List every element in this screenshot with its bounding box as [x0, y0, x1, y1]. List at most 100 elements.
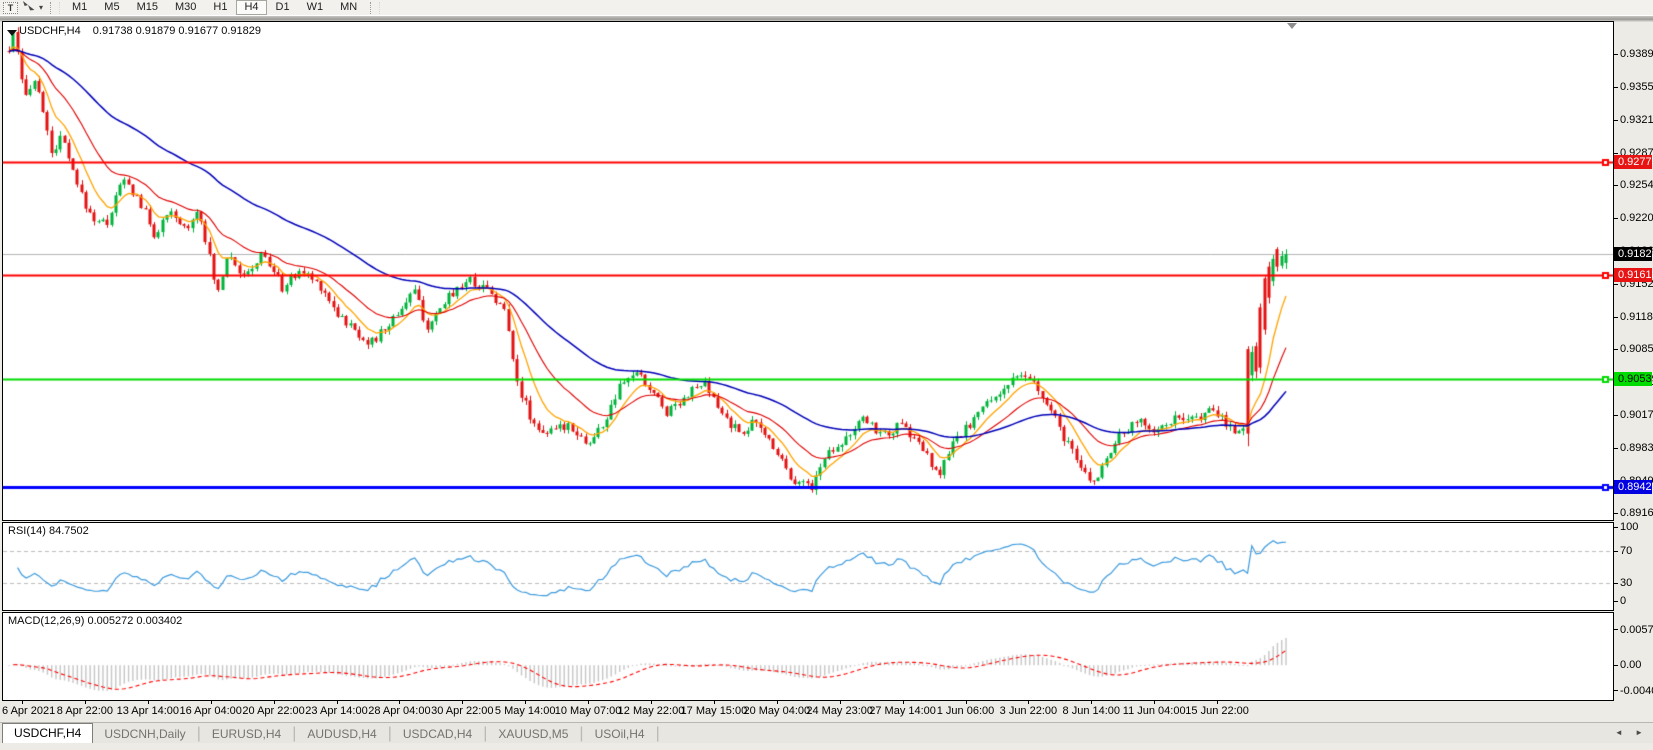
- axis-tick-mark: [1614, 153, 1618, 154]
- symbol-period-label: USDCHF,H4: [19, 25, 81, 37]
- chart-tab-usdcad-h4[interactable]: USDCAD,H4: [392, 726, 483, 743]
- timeframe-button-m1[interactable]: M1: [64, 0, 95, 15]
- macd-canvas[interactable]: [3, 613, 1613, 700]
- time-tick-label: 1 Jun 06:00: [937, 705, 995, 717]
- price-badge[interactable]: 0.90539: [1614, 372, 1652, 386]
- time-axis: 6 Apr 20218 Apr 22:0013 Apr 14:0016 Apr …: [2, 701, 1614, 720]
- axis-tick-text: 0.93210: [1620, 114, 1653, 126]
- time-tick-label: 10 May 07:00: [555, 705, 622, 717]
- time-tick-label: 27 May 14:00: [869, 705, 936, 717]
- chart-tab-eurusd-h4[interactable]: EURUSD,H4: [201, 726, 292, 743]
- axis-tick-mark: [1614, 601, 1618, 602]
- axis-tick-text: 0.93550: [1620, 81, 1653, 93]
- timeframe-button-w1[interactable]: W1: [299, 0, 332, 15]
- time-tick-label: 12 May 22:00: [618, 705, 685, 717]
- timeframe-button-d1[interactable]: D1: [268, 0, 298, 15]
- axis-tick-text: 0.005718: [1620, 624, 1653, 636]
- axis-tick-label: 0: [1614, 595, 1626, 608]
- time-tick-label: 8 Jun 14:00: [1063, 705, 1121, 717]
- axis-tick-label: 0.89160: [1614, 507, 1653, 520]
- rsi-canvas[interactable]: [3, 523, 1613, 610]
- rsi-label: RSI(14) 84.7502: [8, 525, 89, 537]
- axis-tick-text: 0.89160: [1620, 507, 1653, 519]
- time-tick-mark: [1091, 701, 1092, 704]
- macd-label: MACD(12,26,9) 0.005272 0.003402: [8, 615, 182, 627]
- time-tick-label: 16 Apr 04:00: [179, 705, 241, 717]
- axis-tick-text: 0: [1620, 595, 1626, 607]
- tab-scroll-arrows: ◄ ►: [1605, 728, 1643, 737]
- axis-tick-text: 100: [1620, 521, 1638, 533]
- tab-scroll-left-icon[interactable]: ◄: [1615, 728, 1623, 737]
- time-tick-label: 20 Apr 22:00: [242, 705, 304, 717]
- chevron-down-icon: ▾: [39, 3, 43, 12]
- axis-tick-text: 0.89830: [1620, 442, 1653, 454]
- text-tool-button[interactable]: T: [3, 1, 18, 14]
- symbol-dropdown-icon[interactable]: [7, 30, 17, 36]
- axis-tick-mark: [1614, 317, 1618, 318]
- axis-tick-mark: [1614, 415, 1618, 416]
- price-badge[interactable]: 0.91618: [1614, 268, 1652, 282]
- axis-tick-label: 0.92540: [1614, 179, 1653, 192]
- timeframe-button-m5[interactable]: M5: [96, 0, 127, 15]
- time-tick-label: 15 Jun 22:00: [1185, 705, 1249, 717]
- axis-tick-mark: [1614, 629, 1618, 630]
- axis-tick-label: 0.93550: [1614, 81, 1653, 94]
- axis-tick-mark: [1614, 551, 1618, 552]
- axis-tick-text: 0.91180: [1620, 311, 1653, 323]
- tab-scroll-right-icon[interactable]: ►: [1635, 728, 1643, 737]
- axis-tick-label: 0.92200: [1614, 212, 1653, 225]
- chart-tab-audusd-h4[interactable]: AUDUSD,H4: [296, 726, 387, 743]
- time-tick-label: 6 Apr 2021: [2, 705, 55, 717]
- time-tick-mark: [274, 701, 275, 704]
- macd-panel: MACD(12,26,9) 0.005272 0.003402: [2, 612, 1614, 701]
- axis-tick-text: 0.90170: [1620, 409, 1653, 421]
- price-badge[interactable]: 0.89427: [1614, 480, 1652, 494]
- time-tick-mark: [1028, 701, 1029, 704]
- axis-tick-text: 0.00: [1620, 659, 1641, 671]
- price-axis: 0.938900.935500.932100.928700.925400.922…: [1614, 0, 1653, 750]
- time-tick-mark: [1217, 701, 1218, 704]
- timeframe-button-mn[interactable]: MN: [332, 0, 365, 15]
- time-tick-label: 23 Apr 14:00: [305, 705, 367, 717]
- drawing-arrows-button[interactable]: ▾: [21, 1, 43, 14]
- chart-tab-usoil-h4[interactable]: USOil,H4: [584, 726, 656, 743]
- time-tick-label: 28 Apr 04:00: [368, 705, 430, 717]
- time-tick-mark: [714, 701, 715, 704]
- text-tool-icon: T: [3, 2, 18, 14]
- axis-tick-mark: [1614, 527, 1618, 528]
- chart-tab-usdcnh-daily[interactable]: USDCNH,Daily: [93, 726, 196, 743]
- axis-tick-mark: [1614, 185, 1618, 186]
- main-chart-canvas[interactable]: [3, 22, 1613, 520]
- axis-tick-mark: [1614, 583, 1618, 584]
- axis-tick-label: 0.93210: [1614, 114, 1653, 127]
- chart-tab-usdchf-h4[interactable]: USDCHF,H4: [2, 723, 93, 743]
- chart-tab-bar: USDCHF,H4USDCNH,Daily|EURUSD,H4|AUDUSD,H…: [0, 722, 1653, 743]
- rsi-panel: RSI(14) 84.7502: [2, 522, 1614, 611]
- axis-tick-label: 0.90850: [1614, 343, 1653, 356]
- axis-tick-mark: [1614, 218, 1618, 219]
- time-tick-mark: [1154, 701, 1155, 704]
- ohlc-values: 0.91738 0.91879 0.91677 0.91829: [93, 25, 261, 37]
- time-tick-label: 3 Jun 22:00: [1000, 705, 1058, 717]
- chart-shift-marker-icon[interactable]: [1287, 23, 1297, 29]
- axis-tick-label: 0.89830: [1614, 442, 1653, 455]
- timeframe-button-m30[interactable]: M30: [167, 0, 204, 15]
- time-tick-mark: [462, 701, 463, 704]
- time-tick-mark: [148, 701, 149, 704]
- axis-tick-mark: [1614, 690, 1618, 691]
- axis-tick-label: 0.00: [1614, 659, 1641, 672]
- axis-tick-label: 0.90170: [1614, 409, 1653, 422]
- mt4-terminal-window: T ▾ M1M5M15M30H1H4D1W1MN USDCHF,H4 0.917…: [0, 0, 1653, 750]
- chart-tab-xauusd-m5[interactable]: XAUUSD,M5: [487, 726, 579, 743]
- time-tick-mark: [22, 701, 23, 704]
- time-tick-mark: [85, 701, 86, 704]
- timeframe-button-h4[interactable]: H4: [236, 0, 266, 15]
- timeframe-button-m15[interactable]: M15: [129, 0, 166, 15]
- main-chart-panel: USDCHF,H4 0.91738 0.91879 0.91677 0.9182…: [2, 21, 1614, 521]
- axis-tick-mark: [1614, 665, 1618, 666]
- axis-tick-mark: [1614, 349, 1618, 350]
- time-tick-mark: [211, 701, 212, 704]
- timeframe-button-h1[interactable]: H1: [205, 0, 235, 15]
- chart-title: USDCHF,H4 0.91738 0.91879 0.91677 0.9182…: [19, 25, 261, 37]
- price-badge[interactable]: 0.92775: [1614, 155, 1652, 169]
